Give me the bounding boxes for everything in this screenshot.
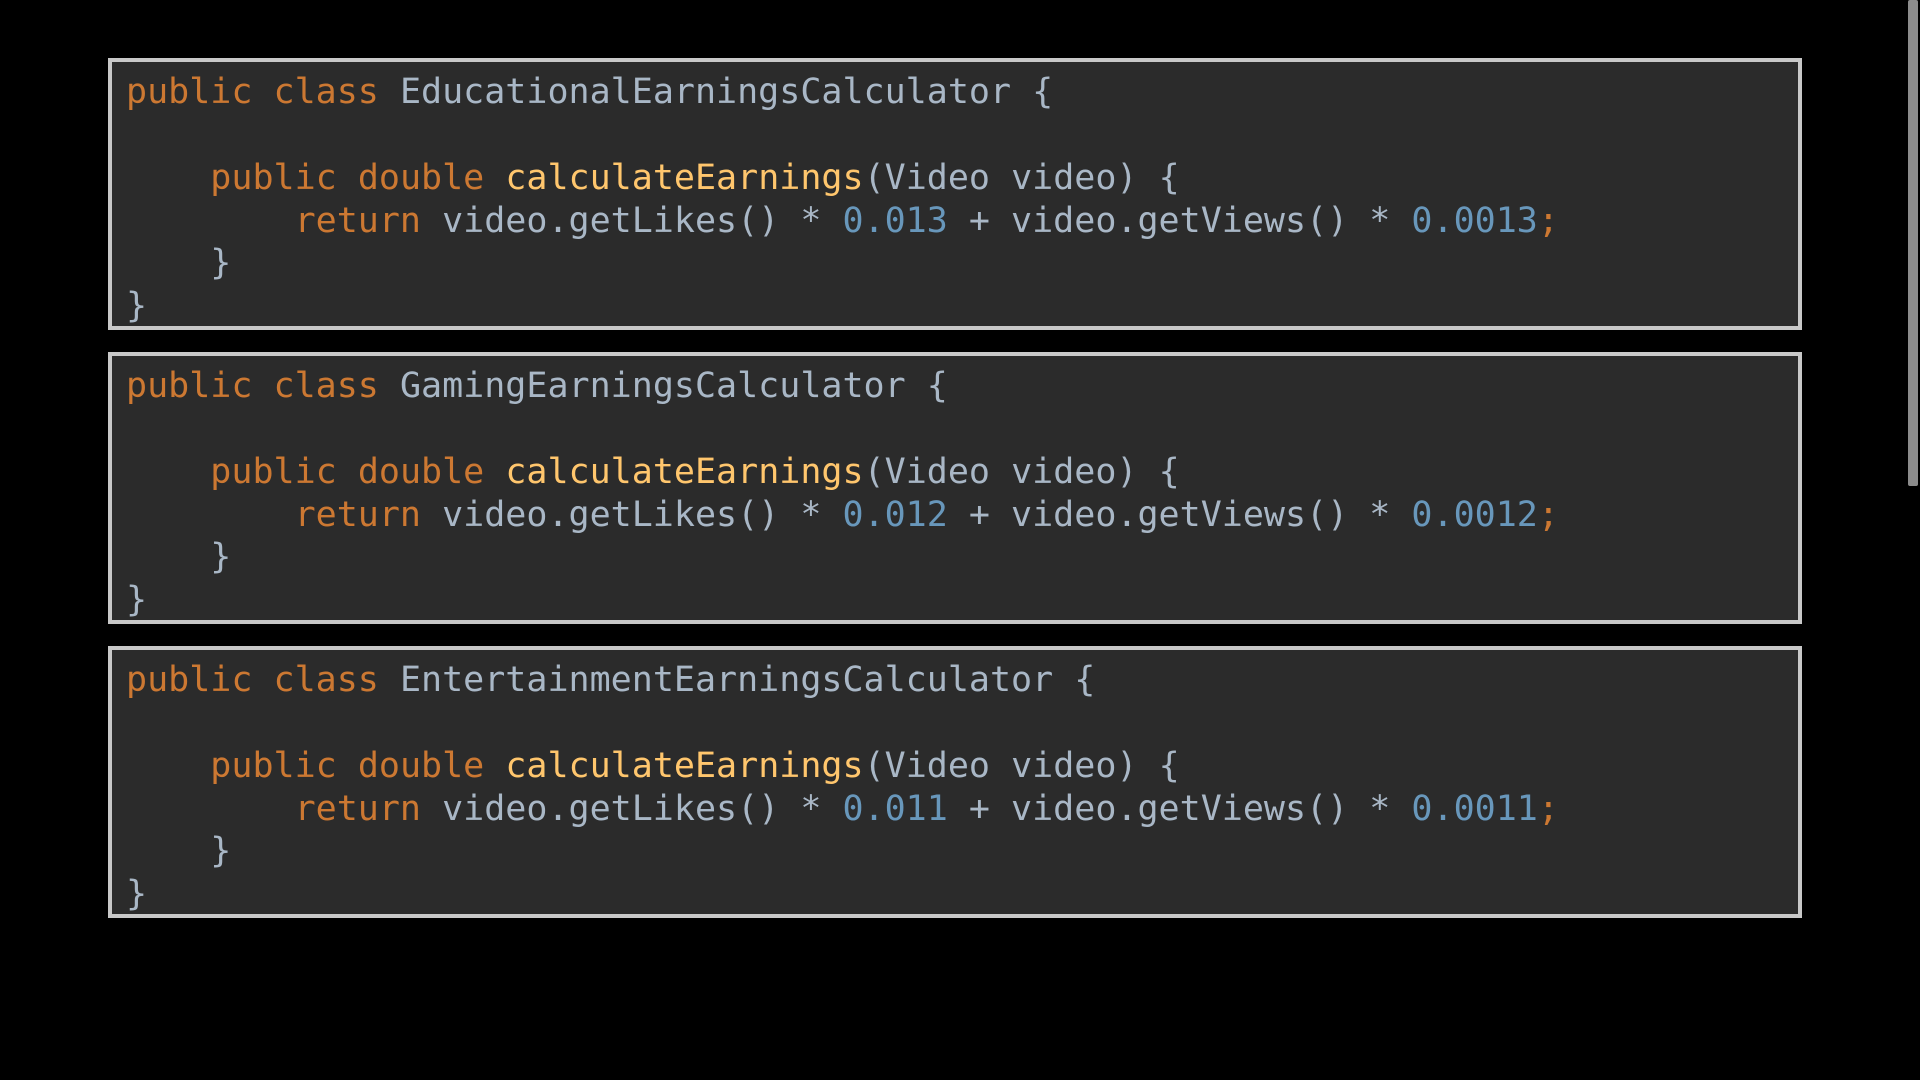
open-brace: {	[1074, 660, 1096, 700]
close-brace: }	[210, 831, 232, 871]
close-brace: }	[126, 286, 148, 326]
return-statement-line: return video.getLikes() * 0.013 + video.…	[126, 199, 1559, 243]
keyword-public: public	[126, 366, 253, 406]
keyword-public: public	[210, 452, 337, 492]
return-statement-line: return video.getLikes() * 0.012 + video.…	[126, 493, 1559, 537]
keyword-double: double	[357, 746, 485, 786]
method-close-brace-line: }	[126, 535, 231, 579]
method-declaration-line: public double calculateEarnings(Video vi…	[126, 156, 1180, 200]
keyword-public: public	[210, 746, 337, 786]
keyword-return: return	[294, 789, 422, 829]
return-statement-line: return video.getLikes() * 0.011 + video.…	[126, 787, 1559, 831]
scrollbar-thumb[interactable]	[1908, 0, 1918, 486]
close-brace: }	[210, 537, 232, 577]
vertical-scrollbar[interactable]	[1906, 0, 1920, 1080]
likes-expression: video.getLikes() *	[442, 201, 843, 241]
views-expression: + video.getViews() *	[947, 789, 1412, 829]
likes-rate: 0.012	[842, 495, 948, 535]
close-brace: }	[126, 874, 148, 914]
keyword-class: class	[273, 660, 379, 700]
method-close-brace-line: }	[126, 829, 231, 873]
views-expression: + video.getViews() *	[947, 201, 1412, 241]
class-declaration-line: public class EntertainmentEarningsCalcul…	[126, 658, 1095, 702]
code-block-gaming: public class GamingEarningsCalculator { …	[108, 352, 1802, 624]
class-close-brace-line: }	[126, 284, 148, 326]
method-params: (Video video) {	[863, 452, 1180, 492]
views-rate: 0.0012	[1411, 495, 1538, 535]
class-close-brace-line: }	[126, 578, 148, 620]
class-declaration-line: public class GamingEarningsCalculator {	[126, 364, 948, 408]
method-declaration-line: public double calculateEarnings(Video vi…	[126, 744, 1180, 788]
method-params: (Video video) {	[863, 158, 1180, 198]
open-brace: {	[1032, 72, 1054, 112]
keyword-public: public	[210, 158, 337, 198]
close-brace: }	[126, 580, 148, 620]
likes-expression: video.getLikes() *	[442, 789, 843, 829]
method-name: calculateEarnings	[505, 746, 864, 786]
code-block-entertainment: public class EntertainmentEarningsCalcul…	[108, 646, 1802, 918]
keyword-double: double	[357, 158, 485, 198]
class-name: GamingEarningsCalculator	[399, 366, 906, 406]
class-name: EntertainmentEarningsCalculator	[399, 660, 1054, 700]
method-declaration-line: public double calculateEarnings(Video vi…	[126, 450, 1180, 494]
keyword-public: public	[126, 660, 253, 700]
close-brace: }	[210, 243, 232, 283]
keyword-public: public	[126, 72, 253, 112]
likes-rate: 0.013	[842, 201, 948, 241]
class-name: EducationalEarningsCalculator	[399, 72, 1012, 112]
semicolon: ;	[1537, 789, 1559, 829]
semicolon: ;	[1537, 201, 1559, 241]
keyword-return: return	[294, 201, 422, 241]
views-rate: 0.0013	[1411, 201, 1538, 241]
class-declaration-line: public class EducationalEarningsCalculat…	[126, 70, 1053, 114]
keyword-return: return	[294, 495, 422, 535]
keyword-double: double	[357, 452, 485, 492]
open-brace: {	[926, 366, 948, 406]
views-expression: + video.getViews() *	[947, 495, 1412, 535]
keyword-class: class	[273, 366, 379, 406]
method-params: (Video video) {	[863, 746, 1180, 786]
class-close-brace-line: }	[126, 872, 148, 914]
keyword-class: class	[273, 72, 379, 112]
likes-rate: 0.011	[842, 789, 948, 829]
likes-expression: video.getLikes() *	[442, 495, 843, 535]
method-close-brace-line: }	[126, 241, 231, 285]
method-name: calculateEarnings	[505, 158, 864, 198]
method-name: calculateEarnings	[505, 452, 864, 492]
views-rate: 0.0011	[1411, 789, 1538, 829]
code-block-educational: public class EducationalEarningsCalculat…	[108, 58, 1802, 330]
semicolon: ;	[1537, 495, 1559, 535]
